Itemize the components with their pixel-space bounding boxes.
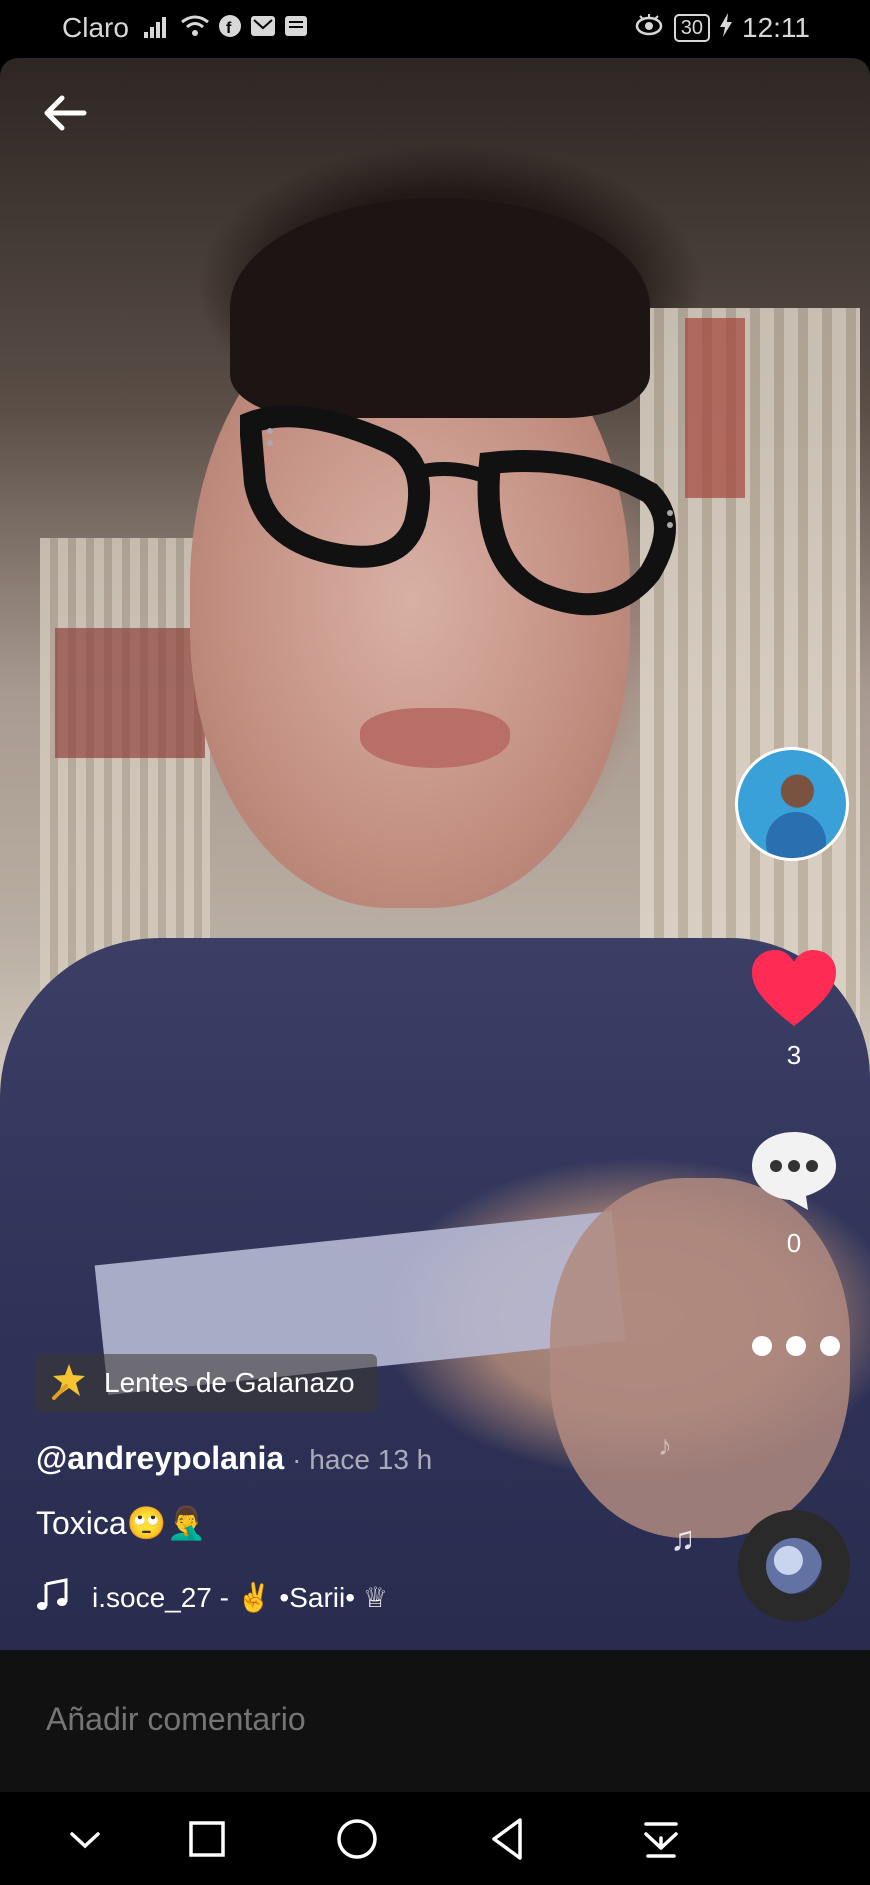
home-icon[interactable] (330, 1812, 384, 1866)
sound-cover-image (766, 1538, 822, 1594)
charging-icon (720, 12, 732, 44)
comment-input[interactable] (44, 1700, 808, 1739)
like-count: 3 (786, 1040, 802, 1070)
facebook-icon: f (218, 14, 242, 43)
comment-bar (0, 1650, 870, 1792)
mail-icon (250, 14, 276, 43)
video-caption: Toxica🙄🤦‍♂️ (36, 1505, 207, 1541)
more-dots-icon[interactable] (752, 1334, 840, 1358)
wifi-icon (180, 14, 210, 43)
music-note-icon: ♪ (658, 1430, 672, 1461)
message-icon (284, 14, 308, 43)
status-icons: f (144, 14, 308, 43)
sparkle-wand-icon (50, 1362, 88, 1405)
music-note-icon (36, 1578, 70, 1617)
heart-icon[interactable] (750, 948, 838, 1030)
svg-text:f: f (226, 20, 232, 37)
avatar-image (766, 812, 826, 858)
comment-bubble-icon[interactable] (750, 1128, 838, 1212)
music-note-icon: ♫ (670, 1520, 696, 1558)
author-username[interactable]: @andreypolania (36, 1440, 284, 1477)
sound-title: i.soce_27 - ✌️ •Sarii• ♕ (92, 1582, 388, 1613)
post-time: · hace 13 h (292, 1444, 433, 1475)
sound-disc-button[interactable] (738, 1510, 850, 1622)
effect-label: Lentes de Galanazo (104, 1367, 355, 1398)
background-curtain-pattern (55, 628, 205, 758)
recent-apps-icon[interactable] (180, 1812, 234, 1866)
glasses-filter-overlay (240, 405, 676, 616)
effect-tag[interactable]: Lentes de Galanazo (36, 1354, 377, 1412)
carrier-name: Claro (62, 12, 129, 43)
notification-pull-icon[interactable] (634, 1812, 688, 1866)
video-subject-mouth (360, 708, 510, 768)
author-avatar[interactable] (735, 747, 849, 861)
back-nav-icon[interactable] (482, 1812, 536, 1866)
status-bar: Claro f 30 12:11 (0, 0, 870, 58)
sound-info[interactable]: i.soce_27 - ✌️ •Sarii• ♕ (36, 1578, 388, 1617)
clock: 12:11 (742, 12, 810, 43)
system-nav-bar (0, 1792, 870, 1885)
author-line: @andreypolania · hace 13 h (36, 1440, 432, 1477)
status-right: 30 12:11 (634, 12, 810, 44)
video-subject-hair (230, 198, 650, 418)
comment-count: 0 (786, 1228, 802, 1258)
battery-indicator: 30 (673, 14, 710, 42)
back-arrow-icon[interactable] (40, 88, 90, 138)
eye-comfort-icon (634, 12, 664, 44)
chevron-down-icon[interactable] (58, 1812, 112, 1866)
signal-icon (144, 14, 172, 43)
